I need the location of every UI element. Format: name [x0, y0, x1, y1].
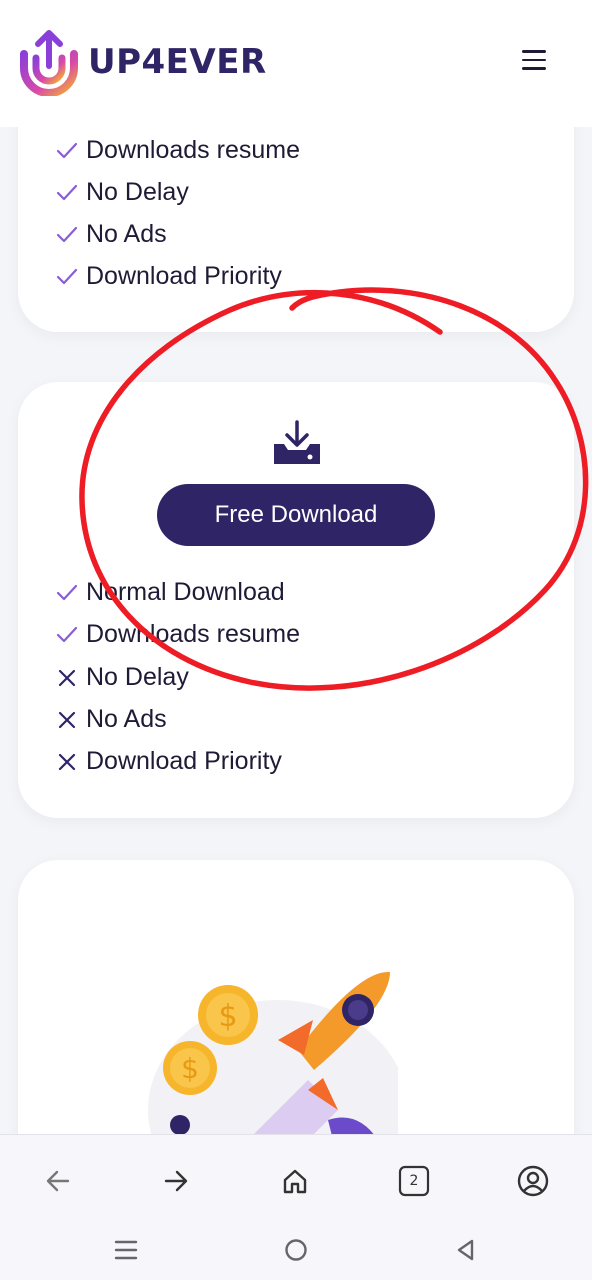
- check-icon: [56, 584, 78, 600]
- account-icon[interactable]: [513, 1161, 553, 1201]
- feature-item: Downloads resume: [56, 136, 300, 165]
- tab-count: 2: [409, 1173, 419, 1189]
- hamburger-menu-icon[interactable]: [522, 50, 550, 74]
- home-circle-icon[interactable]: [281, 1235, 311, 1265]
- feature-item: No Delay: [56, 663, 189, 692]
- logo[interactable]: UP4EVER: [18, 28, 267, 96]
- forward-arrow-icon[interactable]: [156, 1161, 196, 1201]
- back-arrow-icon[interactable]: [38, 1161, 78, 1201]
- cross-icon: [58, 753, 76, 770]
- cross-icon: [58, 669, 76, 686]
- feature-label: No Ads: [86, 705, 167, 733]
- cross-icon: [58, 711, 76, 728]
- brand-name: UP4EVER: [88, 42, 267, 82]
- svg-text:$: $: [181, 1052, 199, 1085]
- feature-label: Downloads resume: [86, 136, 300, 164]
- feature-label: No Delay: [86, 663, 189, 691]
- feature-label: Downloads resume: [86, 620, 300, 648]
- check-icon: [56, 184, 78, 200]
- feature-item: Download Priority: [56, 747, 282, 776]
- illustration-card: $ $: [18, 860, 574, 1180]
- feature-item: Downloads resume: [56, 620, 300, 649]
- feature-item: No Delay: [56, 178, 189, 207]
- check-icon: [56, 226, 78, 242]
- free-plan-card: Free Download Normal Download Downloads …: [18, 382, 574, 818]
- feature-item: Normal Download: [56, 578, 285, 607]
- back-triangle-icon[interactable]: [451, 1235, 481, 1265]
- feature-label: Normal Download: [86, 578, 285, 606]
- home-icon[interactable]: [275, 1161, 315, 1201]
- feature-item: No Ads: [56, 220, 167, 249]
- svg-text:$: $: [218, 999, 237, 1034]
- free-download-button[interactable]: Free Download: [157, 484, 435, 546]
- check-icon: [56, 268, 78, 284]
- feature-label: No Delay: [86, 178, 189, 206]
- feature-label: Download Priority: [86, 262, 282, 290]
- check-icon: [56, 626, 78, 642]
- browser-toolbar: 2: [0, 1134, 592, 1280]
- up4ever-logo-icon: [20, 30, 78, 96]
- feature-label: No Ads: [86, 220, 167, 248]
- check-icon: [56, 142, 78, 158]
- feature-item: Download Priority: [56, 262, 282, 291]
- site-header: UP4EVER: [0, 0, 592, 127]
- feature-label: Download Priority: [86, 747, 282, 775]
- tabs-icon[interactable]: 2: [394, 1161, 434, 1201]
- download-tray-icon: [274, 420, 320, 464]
- recent-apps-icon[interactable]: [111, 1235, 141, 1265]
- feature-item: No Ads: [56, 705, 167, 734]
